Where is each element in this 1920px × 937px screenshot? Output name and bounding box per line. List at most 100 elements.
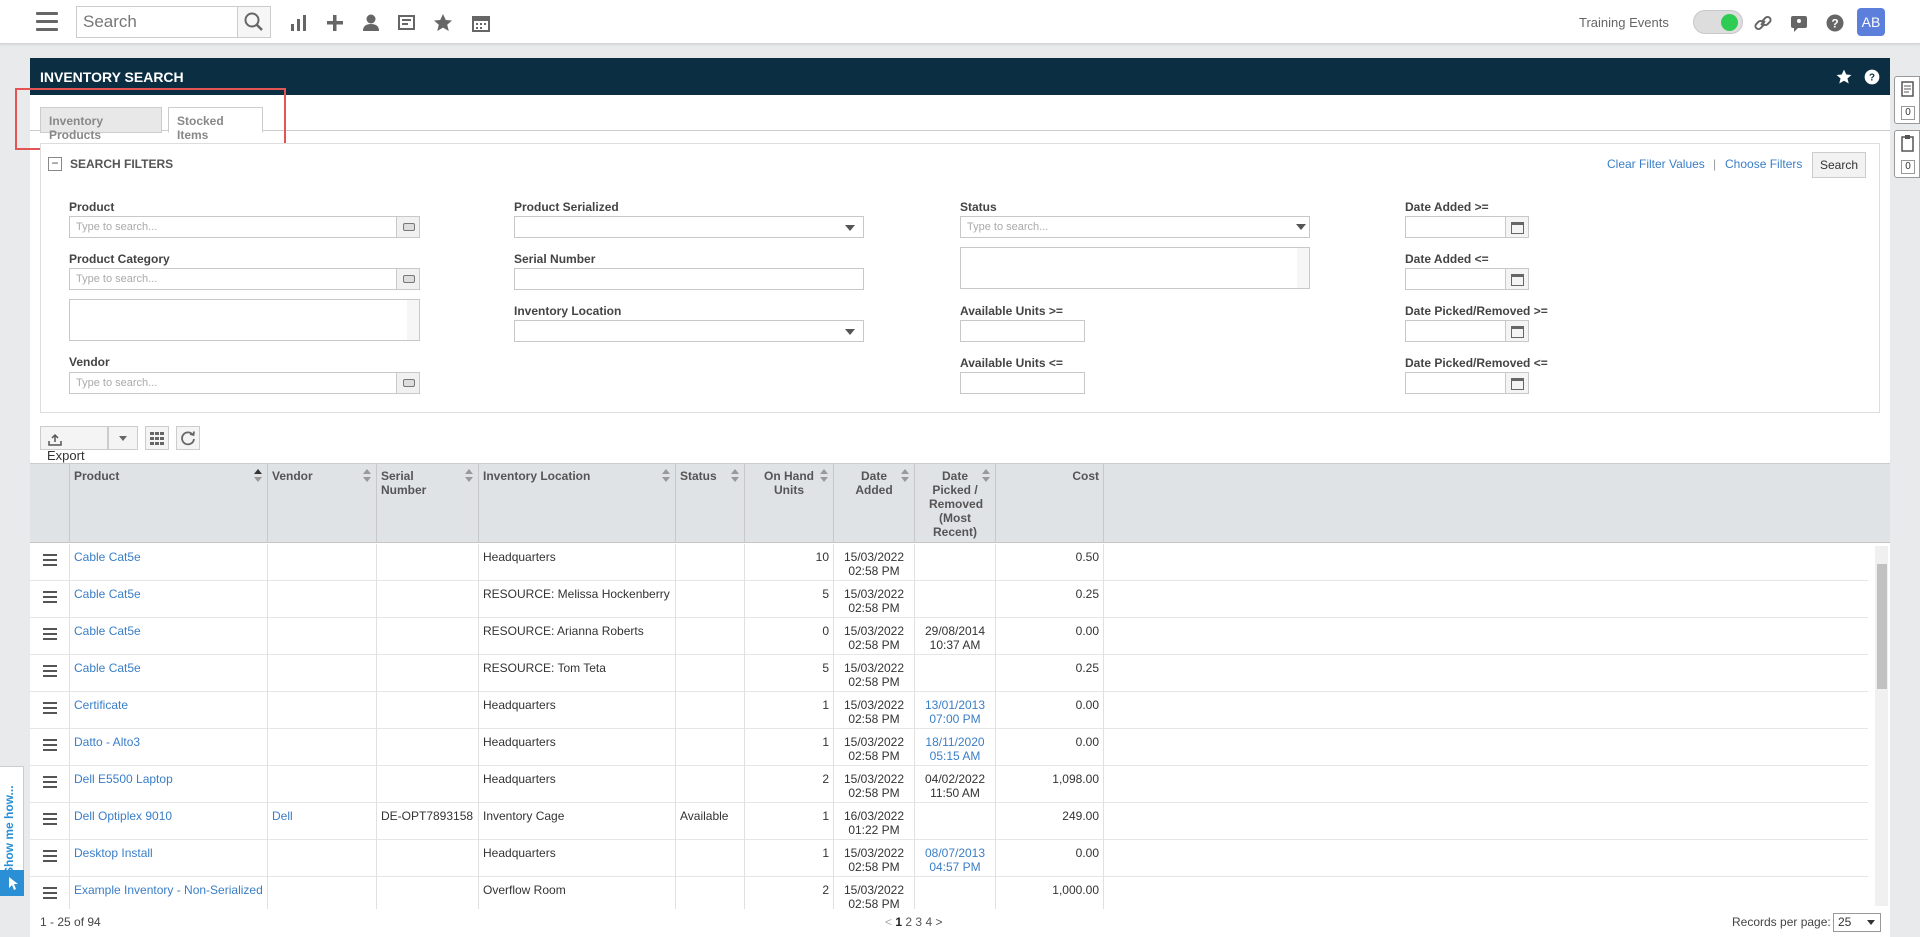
table-row[interactable]: Datto - Alto3 Headquarters 1 15/03/2022 02:5… — [30, 729, 1868, 766]
header-vendor[interactable]: Vendor — [268, 464, 377, 543]
cell-product-text[interactable]: Dell E5500 Laptop — [74, 772, 173, 786]
page-1-button[interactable]: 1 — [895, 915, 902, 929]
date-picked-to-calendar-button[interactable] — [1505, 372, 1529, 394]
row-menu-icon[interactable] — [43, 776, 57, 788]
cell-product-text[interactable]: Example Inventory - Non-Serialized — [74, 883, 263, 897]
vendor-lookup-button[interactable] — [396, 372, 420, 394]
available-units-max-input[interactable] — [960, 372, 1085, 394]
plus-icon[interactable] — [324, 12, 346, 34]
table-row[interactable]: Dell E5500 Laptop Headquarters 2 15/03/2022… — [30, 766, 1868, 803]
table-row[interactable]: Cable Cat5e RESOURCE: Tom Teta 5 15/03/2022… — [30, 655, 1868, 692]
row-menu-icon[interactable] — [43, 813, 57, 825]
product-category-input[interactable]: Type to search... — [69, 268, 397, 290]
show-me-how-label[interactable]: Show me how... — [2, 775, 22, 875]
header-status[interactable]: Status — [676, 464, 745, 543]
date-added-from-calendar-button[interactable] — [1505, 216, 1529, 238]
menu-icon[interactable] — [36, 12, 58, 31]
row-menu-icon[interactable] — [43, 702, 57, 714]
date-picked-text[interactable]: 18/11/2020 — [919, 735, 991, 749]
prev-page-button[interactable]: < — [885, 915, 892, 929]
cell-product-text[interactable]: Cable Cat5e — [74, 624, 141, 638]
pointer-icon[interactable] — [0, 870, 24, 896]
page-4-button[interactable]: 4 — [925, 915, 932, 929]
choose-filters-link[interactable]: Choose Filters — [1725, 157, 1802, 171]
product-input[interactable]: Type to search... — [69, 216, 397, 238]
search-input[interactable]: Search — [76, 6, 237, 38]
header-date-picked[interactable]: Date Picked / Removed (Most Recent) — [915, 464, 996, 543]
vendor-input[interactable]: Type to search... — [69, 372, 397, 394]
product-lookup-button[interactable] — [396, 216, 420, 238]
table-row[interactable]: Desktop Install Headquarters 1 15/03/2022 02… — [30, 840, 1868, 877]
date-added-from-input[interactable] — [1405, 216, 1506, 238]
help-icon[interactable]: ? — [1824, 12, 1846, 34]
clear-filter-values-link[interactable]: Clear Filter Values — [1607, 157, 1705, 171]
serial-number-input[interactable] — [514, 268, 864, 290]
next-page-button[interactable]: > — [935, 915, 942, 929]
training-events-toggle[interactable] — [1693, 10, 1743, 34]
cell-product-text[interactable]: Dell Optiplex 9010 — [74, 809, 172, 823]
date-picked-from-input[interactable] — [1405, 320, 1506, 342]
product-category-list[interactable] — [69, 299, 420, 341]
column-chooser-button[interactable] — [145, 426, 169, 450]
star-icon[interactable] — [432, 12, 454, 34]
ticket-icon[interactable] — [396, 12, 418, 34]
chart-icon[interactable] — [288, 12, 310, 34]
cell-product-text[interactable]: Datto - Alto3 — [74, 735, 140, 749]
row-menu-icon[interactable] — [43, 850, 57, 862]
notes-side-panel[interactable]: 0 — [1894, 76, 1920, 124]
calendar-icon[interactable] — [470, 12, 492, 34]
inventory-location-select[interactable] — [514, 320, 864, 342]
avatar[interactable]: AB — [1857, 8, 1885, 36]
favorite-star-icon[interactable] — [1835, 68, 1853, 86]
search-button[interactable] — [237, 6, 271, 38]
row-menu-icon[interactable] — [43, 591, 57, 603]
header-cost[interactable]: Cost — [996, 464, 1104, 543]
available-units-min-input[interactable] — [960, 320, 1085, 342]
date-added-to-input[interactable] — [1405, 268, 1506, 290]
status-list[interactable] — [960, 247, 1310, 289]
table-row[interactable]: Dell Optiplex 9010 Dell DE-OPT7893158 Inven… — [30, 803, 1868, 840]
table-row[interactable]: Certificate Headquarters 1 15/03/2022 02:58 … — [30, 692, 1868, 729]
date-picked-to-input[interactable] — [1405, 372, 1506, 394]
date-picked-from-calendar-button[interactable] — [1505, 320, 1529, 342]
date-picked-text[interactable]: 13/01/2013 — [919, 698, 991, 712]
cell-vendor-text[interactable]: Dell — [272, 809, 293, 823]
header-serial-number[interactable]: Serial Number — [377, 464, 479, 543]
refresh-button[interactable] — [176, 426, 200, 450]
product-serialized-select[interactable] — [514, 216, 864, 238]
cell-product-text[interactable]: Cable Cat5e — [74, 661, 141, 675]
filters-search-button[interactable]: Search — [1812, 152, 1866, 178]
export-dropdown-button[interactable] — [108, 426, 138, 450]
grid-scrollbar[interactable] — [1875, 546, 1888, 906]
records-per-page-select[interactable]: 25 — [1833, 913, 1881, 932]
collapse-filters-button[interactable]: − — [48, 157, 62, 171]
header-date-added[interactable]: Date Added — [834, 464, 915, 543]
user-icon[interactable] — [360, 12, 382, 34]
status-input[interactable]: Type to search... — [960, 216, 1310, 238]
row-menu-icon[interactable] — [43, 887, 57, 899]
date-picked-text[interactable]: 07:00 PM — [919, 712, 991, 726]
row-menu-icon[interactable] — [43, 628, 57, 640]
row-menu-icon[interactable] — [43, 665, 57, 677]
link-icon[interactable] — [1752, 12, 1774, 34]
product-category-lookup-button[interactable] — [396, 268, 420, 290]
clipboard-side-panel[interactable]: 0 — [1894, 130, 1920, 178]
date-picked-text[interactable]: 05:15 AM — [919, 749, 991, 763]
row-menu-icon[interactable] — [43, 739, 57, 751]
page-3-button[interactable]: 3 — [915, 915, 922, 929]
header-product[interactable]: Product — [70, 464, 268, 543]
chat-icon[interactable] — [1788, 12, 1810, 34]
chevron-down-icon[interactable] — [1296, 224, 1306, 230]
table-row[interactable]: Cable Cat5e RESOURCE: Melissa Hockenberry… — [30, 581, 1868, 618]
cell-product-text[interactable]: Desktop Install — [74, 846, 153, 860]
export-button[interactable]: Export — [40, 426, 108, 463]
cell-product-text[interactable]: Certificate — [74, 698, 128, 712]
table-row[interactable]: Cable Cat5e Headquarters 10 15/03/2022 02:58… — [30, 544, 1868, 581]
date-picked-text[interactable]: 04:57 PM — [919, 860, 991, 874]
date-added-to-calendar-button[interactable] — [1505, 268, 1529, 290]
help-icon[interactable]: ? — [1863, 68, 1881, 86]
header-on-hand-units[interactable]: On Hand Units — [745, 464, 834, 543]
cell-product-text[interactable]: Cable Cat5e — [74, 587, 141, 601]
page-2-button[interactable]: 2 — [905, 915, 912, 929]
cell-product-text[interactable]: Cable Cat5e — [74, 550, 141, 564]
